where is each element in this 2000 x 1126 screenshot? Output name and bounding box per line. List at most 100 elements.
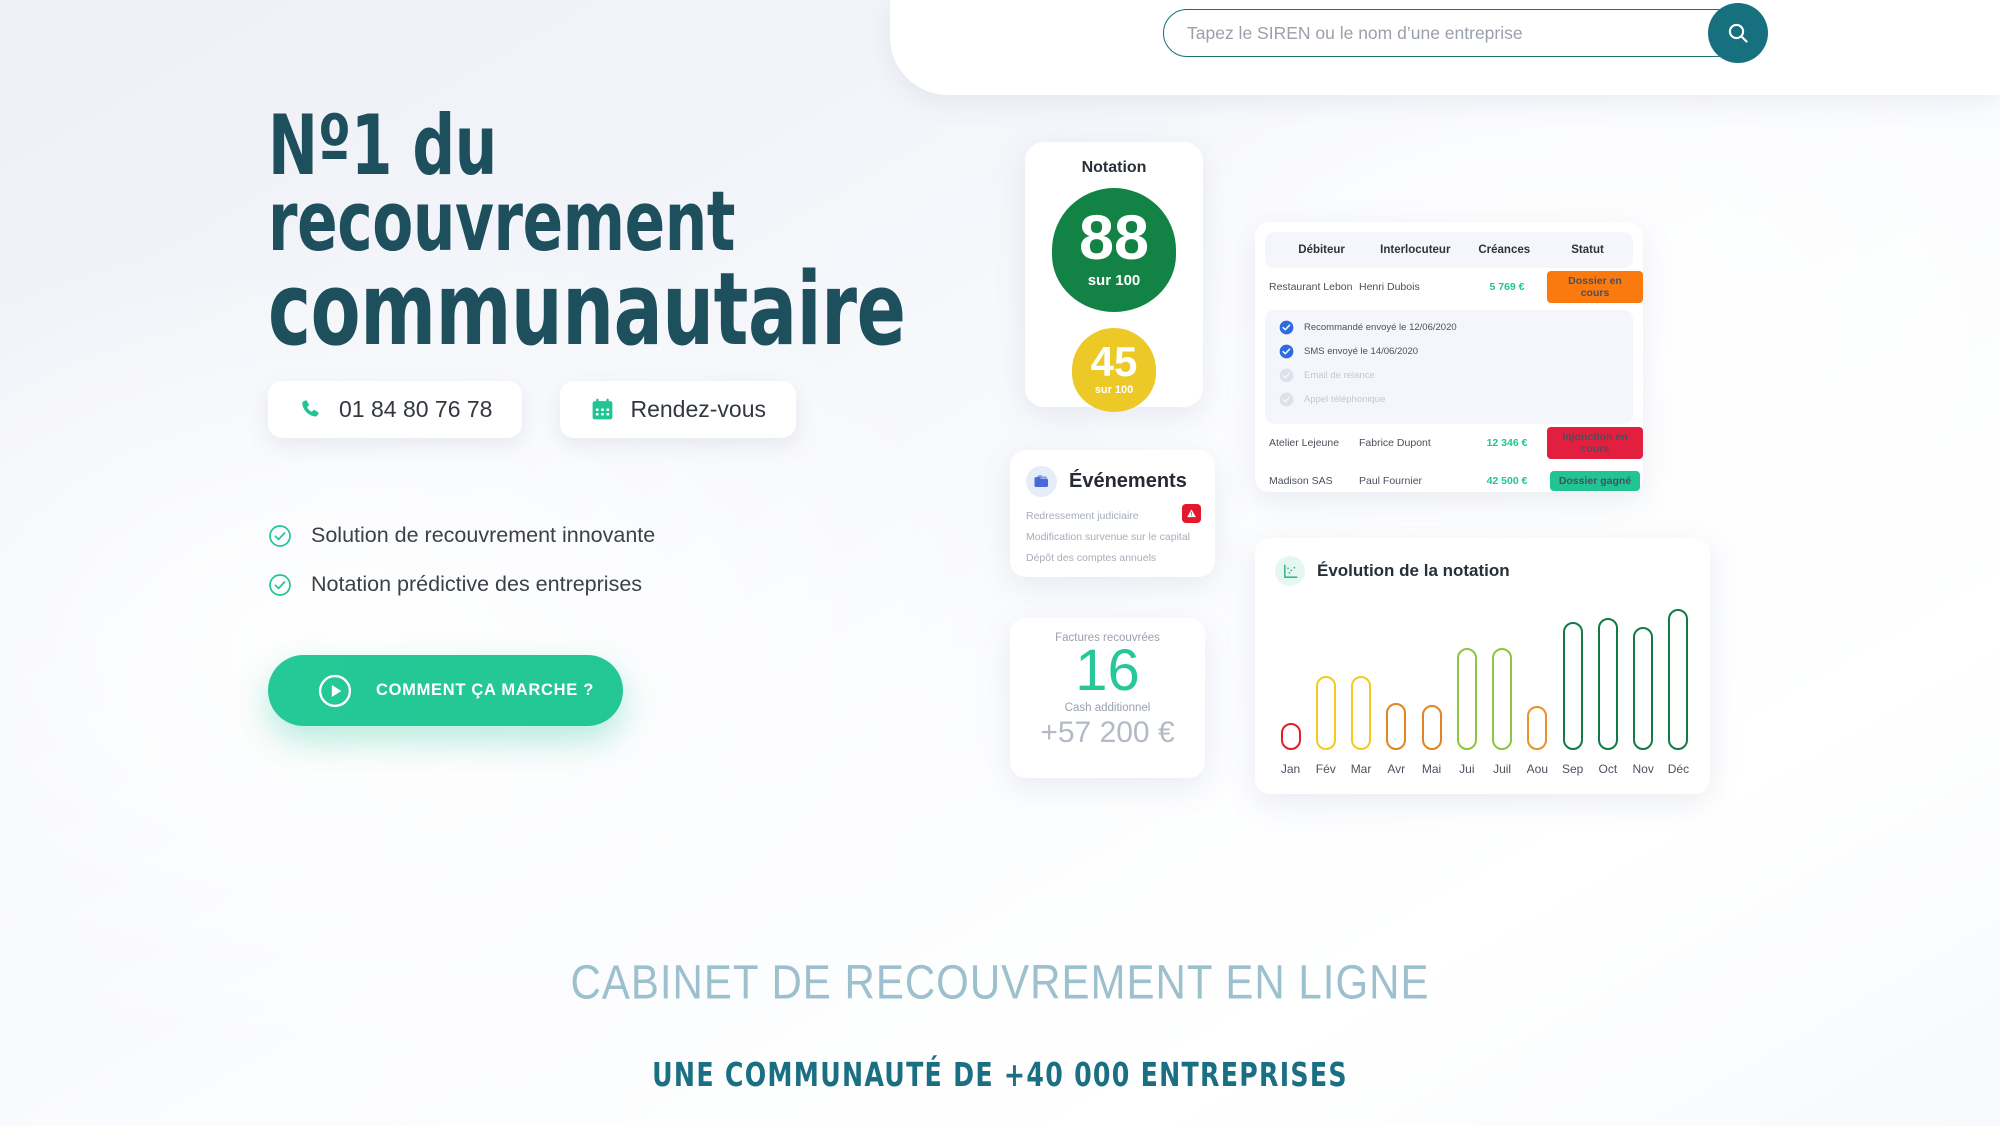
search-bar[interactable] bbox=[1163, 3, 1768, 63]
cell-debtor: Madison SAS bbox=[1269, 475, 1333, 487]
step-label: Email de relance bbox=[1304, 370, 1375, 381]
cash-value: +57 200 € bbox=[1040, 716, 1175, 749]
phone-button[interactable]: 01 84 80 76 78 bbox=[268, 381, 523, 438]
chart-title: Évolution de la notation bbox=[1317, 561, 1510, 580]
primary-score-badge: 88 sur 100 bbox=[1052, 188, 1176, 312]
step-item[interactable]: Recommandé envoyé le 12/06/2020 bbox=[1279, 320, 1633, 335]
column-header-contact: Interlocuteur bbox=[1380, 244, 1451, 256]
chart-x-label: Sep bbox=[1561, 762, 1584, 776]
cell-debtor: Restaurant Lebon bbox=[1269, 281, 1353, 293]
events-title: Événements bbox=[1069, 470, 1187, 492]
column-header-amount: Créances bbox=[1478, 244, 1531, 256]
page-title: Nº1 du recouvrement communautaire bbox=[268, 104, 906, 359]
feature-label: Notation prédictive des entreprises bbox=[311, 572, 643, 596]
chart-x-label: Nov bbox=[1632, 762, 1654, 776]
status-badge: Dossier gagné bbox=[1549, 471, 1641, 491]
chart-bar-column bbox=[1594, 618, 1621, 750]
chart-bar bbox=[1351, 676, 1372, 750]
event-label: Modification survenue sur le capital bbox=[1026, 531, 1191, 543]
column-header-status: Statut bbox=[1571, 244, 1604, 256]
check-filled-icon bbox=[1279, 344, 1294, 359]
invoices-card: Factures recouvrées 16 Cash additionnel … bbox=[1010, 618, 1205, 778]
chart-bar-column bbox=[1630, 627, 1657, 750]
table-row[interactable]: Atelier Lejeune Fabrice Dupont 12 346 € … bbox=[1255, 424, 1643, 462]
primary-score-value: 88 bbox=[1078, 203, 1150, 274]
chart-x-label: Mar bbox=[1350, 762, 1372, 776]
notation-card: Notation 88 sur 100 45 sur 100 bbox=[1025, 142, 1203, 412]
event-label: Dépôt des comptes annuels bbox=[1026, 552, 1157, 564]
check-disabled-icon bbox=[1279, 368, 1294, 383]
event-item[interactable]: Modification survenue sur le capital bbox=[1026, 531, 1199, 543]
step-item[interactable]: SMS envoyé le 14/06/2020 bbox=[1279, 344, 1633, 359]
secondary-score-value: 45 bbox=[1090, 338, 1138, 386]
notation-title: Notation bbox=[1081, 159, 1147, 176]
recovery-steps-list: Recommandé envoyé le 12/06/2020 SMS envo… bbox=[1265, 310, 1633, 424]
cash-label: Cash additionnel bbox=[1064, 702, 1151, 714]
events-card: Événements Redressement judiciaire Modif… bbox=[1010, 450, 1215, 577]
rating-evolution-card: Évolution de la notation Jan Fév Mar Avr Mai… bbox=[1255, 538, 1710, 794]
chart-bar bbox=[1668, 609, 1689, 750]
table-row[interactable]: Madison SAS Paul Fournier 42 500 € Dossi… bbox=[1255, 462, 1643, 500]
chart-bar bbox=[1562, 622, 1583, 750]
chart-bar bbox=[1456, 648, 1477, 750]
chart-x-label: Déc bbox=[1667, 762, 1690, 776]
chart-header: Évolution de la notation bbox=[1255, 538, 1710, 586]
cell-debtor: Atelier Lejeune bbox=[1269, 437, 1340, 449]
chart-bar bbox=[1633, 627, 1654, 750]
feature-item-2: Notation prédictive des entreprises bbox=[268, 572, 642, 597]
chart-bar-column bbox=[1348, 676, 1375, 750]
event-item[interactable]: Dépôt des comptes annuels bbox=[1026, 552, 1199, 564]
event-item[interactable]: Redressement judiciaire bbox=[1026, 504, 1201, 523]
feature-item-1: Solution de recouvrement innovante bbox=[268, 523, 655, 548]
phone-label: 01 84 80 76 78 bbox=[339, 396, 493, 422]
chart-x-label: Aou bbox=[1526, 762, 1549, 776]
chart-x-label: Avr bbox=[1387, 762, 1406, 776]
chart-bar bbox=[1492, 648, 1513, 750]
status-badge: Injonction en cours bbox=[1547, 427, 1643, 459]
chart-bar-column bbox=[1559, 622, 1586, 750]
cta-label: COMMENT ÇA MARCHE ? bbox=[376, 681, 595, 699]
chart-bar bbox=[1597, 618, 1618, 750]
chart-bar-column bbox=[1312, 676, 1339, 750]
appointment-button[interactable]: Rendez-vous bbox=[560, 381, 797, 438]
step-label: SMS envoyé le 14/06/2020 bbox=[1304, 346, 1419, 357]
check-disabled-icon bbox=[1279, 392, 1294, 407]
hero-action-buttons: 01 84 80 76 78 Rendez-vous bbox=[268, 381, 797, 438]
event-label: Redressement judiciaire bbox=[1026, 510, 1139, 522]
cell-contact: Paul Fournier bbox=[1359, 475, 1423, 487]
invoices-count-value: 16 bbox=[1075, 638, 1140, 703]
cell-contact: Fabrice Dupont bbox=[1359, 437, 1431, 449]
chart-bar-column bbox=[1277, 723, 1304, 750]
step-item[interactable]: Appel téléphonique bbox=[1279, 392, 1633, 407]
feature-label: Solution de recouvrement innovante bbox=[311, 523, 656, 547]
secondary-score-badge: 45 sur 100 bbox=[1072, 328, 1156, 412]
search-input[interactable] bbox=[1187, 9, 1671, 57]
play-circle-icon bbox=[318, 674, 352, 707]
chart-bar bbox=[1315, 676, 1336, 750]
cell-amount: 42 500 € bbox=[1486, 475, 1528, 487]
chart-x-label: Oct bbox=[1598, 762, 1618, 776]
chart-x-label: Juil bbox=[1493, 762, 1512, 776]
how-it-works-button[interactable]: COMMENT ÇA MARCHE ? bbox=[268, 655, 623, 726]
strapline: CABINET DE RECOUVREMENT EN LIGNE bbox=[570, 955, 1430, 1010]
cell-amount: 5 769 € bbox=[1489, 281, 1525, 293]
table-header-row: Débiteur Interlocuteur Créances Statut bbox=[1265, 232, 1633, 268]
step-label: Appel téléphonique bbox=[1304, 394, 1386, 405]
chart-bar bbox=[1527, 706, 1548, 750]
chart-bar-column bbox=[1489, 648, 1516, 750]
phone-icon bbox=[302, 399, 319, 417]
calendar-icon bbox=[593, 398, 613, 420]
step-item[interactable]: Email de relance bbox=[1279, 368, 1633, 383]
step-label: Recommandé envoyé le 12/06/2020 bbox=[1304, 322, 1457, 333]
chart-bar-column bbox=[1383, 703, 1410, 750]
debtors-table-card: Débiteur Interlocuteur Créances Statut R… bbox=[1255, 222, 1643, 492]
table-row[interactable]: Restaurant Lebon Henri Dubois 5 769 € Do… bbox=[1255, 268, 1643, 306]
events-list: Redressement judiciaire Modification sur… bbox=[1010, 497, 1215, 564]
check-circle-icon bbox=[269, 573, 291, 596]
chart-bar bbox=[1421, 705, 1442, 750]
chart-bar-column bbox=[1524, 706, 1551, 750]
search-icon bbox=[1728, 23, 1748, 43]
events-header: Événements bbox=[1010, 450, 1215, 497]
search-button[interactable] bbox=[1708, 3, 1768, 63]
chart-x-label: Fév bbox=[1315, 762, 1336, 776]
